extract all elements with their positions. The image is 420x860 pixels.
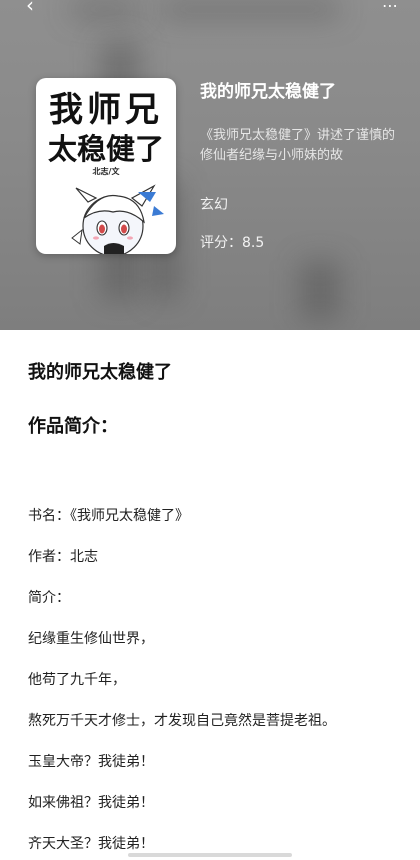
book-header: ‹ ⋯ 我师兄 太稳健了 北志/文 我的师兄太稳健了 《我师兄太稳健了》讲述了谨… xyxy=(0,0,420,330)
intro-line: 熬死万千天才修士，才发现自己竟然是菩提老祖。 xyxy=(28,713,336,729)
blurred-background xyxy=(160,0,340,18)
intro-line: 纪缘重生修仙世界， xyxy=(28,631,154,647)
intro-line: 作者：北志 xyxy=(28,549,98,565)
content-book-title: 我的师兄太稳健了 xyxy=(28,362,172,383)
back-button[interactable]: ‹ xyxy=(16,0,44,17)
more-button[interactable]: ⋯ xyxy=(376,0,404,16)
intro-line: 简介： xyxy=(28,590,70,606)
intro-line: 他苟了九千年， xyxy=(28,672,126,688)
blurred-background xyxy=(300,260,340,320)
book-summary: 《我师兄太稳健了》讲述了谨慎的修仙者纪缘与小师妹的故 xyxy=(200,128,396,163)
intro-text: 书名：《我师兄太稳健了》 作者：北志 简介： 纪缘重生修仙世界， 他苟了九千年，… xyxy=(28,504,408,860)
genre-tag[interactable]: 玄幻 xyxy=(200,194,410,214)
chevron-left-icon: ‹ xyxy=(26,0,34,17)
book-title: 我的师兄太稳健了 xyxy=(200,82,336,102)
book-cover[interactable]: 我师兄 太稳健了 北志/文 xyxy=(36,78,176,254)
cover-title-line2: 太稳健了 xyxy=(47,132,164,166)
more-icon: ⋯ xyxy=(382,0,398,15)
cover-author: 北志/文 xyxy=(92,167,120,176)
rating-text: 评分：8.5 xyxy=(200,235,265,251)
intro-line: 书名：《我师兄太稳健了》 xyxy=(28,508,189,524)
book-info: 我的师兄太稳健了 《我师兄太稳健了》讲述了谨慎的修仙者纪缘与小师妹的故 玄幻 评… xyxy=(200,80,410,252)
cover-title-line1: 我师兄 xyxy=(49,90,163,130)
blurred-background xyxy=(70,0,140,18)
intro-heading: 作品简介： xyxy=(28,416,118,437)
intro-line: 玉皇大帝？我徒弟！ xyxy=(28,754,154,770)
home-indicator[interactable] xyxy=(128,853,292,857)
cover-illustration xyxy=(71,184,164,254)
intro-line: 如来佛祖？我徒弟！ xyxy=(28,795,154,811)
